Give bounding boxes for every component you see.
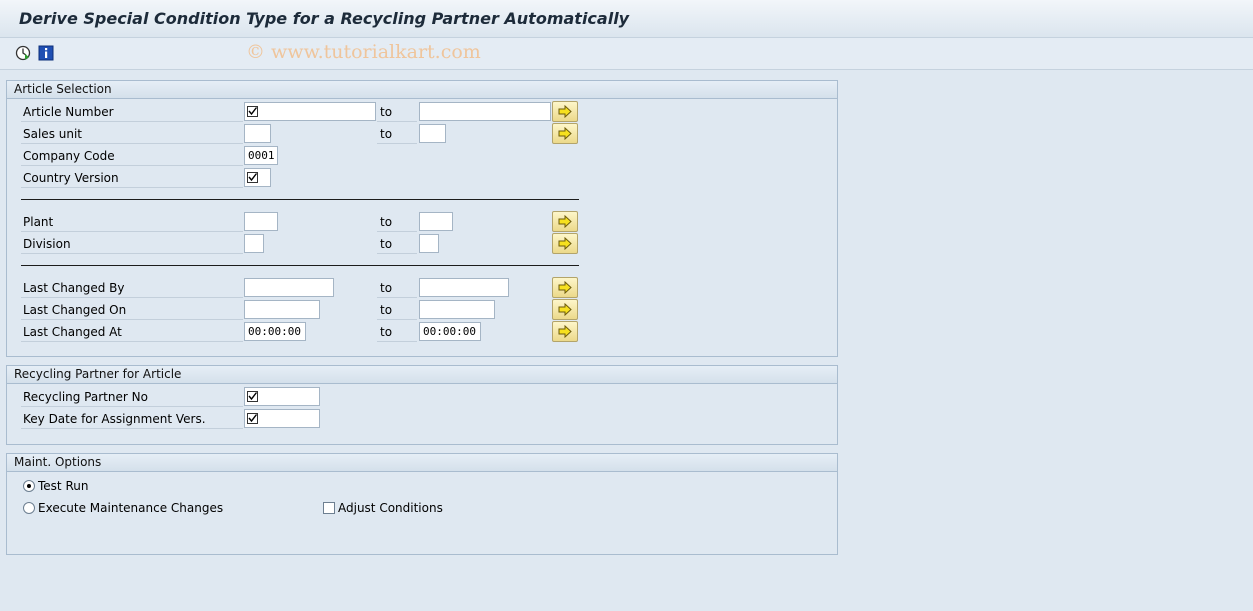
field-label: Last Changed By [21,278,243,298]
recycling-partner-no-input[interactable] [244,387,320,406]
main-area: Article Selection Article Number to Sale… [0,71,1253,611]
to-label: to [377,300,417,320]
article-number-row: Article Number to [7,101,837,122]
arrow-right-icon [558,105,572,118]
multiple-selection-button[interactable] [552,299,578,320]
arrow-right-icon [558,281,572,294]
to-label: to [377,234,417,254]
article-selection-group: Article Selection Article Number to Sale… [6,80,838,357]
group-header: Maint. Options [7,454,837,472]
company-code-row: Company Code 0001 [7,146,837,166]
article-number-from-input[interactable] [244,102,376,121]
arrow-right-icon [558,215,572,228]
division-from-input[interactable] [244,234,264,253]
field-label: Key Date for Assignment Vers. [21,409,243,429]
plant-to-input[interactable] [419,212,453,231]
test-run-radio[interactable] [23,480,35,492]
execute-changes-label: Execute Maintenance Changes [38,501,224,515]
last-changed-at-to-input[interactable]: 00:00:00 [419,322,481,341]
last-changed-by-from-input[interactable] [244,278,334,297]
to-label: to [377,322,417,342]
required-check-icon [247,106,258,117]
article-number-to-input[interactable] [419,102,551,121]
field-label: Company Code [21,146,243,166]
last-changed-on-to-input[interactable] [419,300,495,319]
separator-line [21,265,579,266]
adjust-conditions-label: Adjust Conditions [338,501,443,515]
key-date-row: Key Date for Assignment Vers. [7,409,837,429]
arrow-right-icon [558,237,572,250]
required-check-icon [247,413,258,424]
company-code-input[interactable]: 0001 [244,146,278,165]
to-label: to [377,102,417,122]
recycling-partner-group: Recycling Partner for Article Recycling … [6,365,838,445]
multiple-selection-button[interactable] [552,211,578,232]
country-version-row: Country Version [7,168,837,188]
country-version-input[interactable] [244,168,271,187]
plant-row: Plant to [7,211,837,232]
field-label: Division [21,234,243,254]
sales-unit-to-input[interactable] [419,124,446,143]
watermark-text: © www.tutorialkart.com [246,41,481,63]
group-header: Recycling Partner for Article [7,366,837,384]
execute-changes-radio[interactable] [23,502,35,514]
arrow-right-icon [558,303,572,316]
test-run-label: Test Run [38,479,89,493]
field-label: Article Number [21,102,243,122]
plant-from-input[interactable] [244,212,278,231]
multiple-selection-button[interactable] [552,321,578,342]
group-header: Article Selection [7,81,837,99]
page-title: Derive Special Condition Type for a Recy… [19,9,630,28]
multiple-selection-button[interactable] [552,233,578,254]
adjust-conditions-checkbox[interactable] [323,502,335,514]
division-row: Division to [7,233,837,254]
key-date-input[interactable] [244,409,320,428]
execute-clock-icon[interactable] [15,45,31,61]
to-label: to [377,212,417,232]
multiple-selection-button[interactable] [552,277,578,298]
maint-options-group: Maint. Options Test Run Execute Maintena… [6,453,838,555]
field-label: Sales unit [21,124,243,144]
multiple-selection-button[interactable] [552,101,578,122]
recycling-partner-no-row: Recycling Partner No [7,387,837,407]
last-changed-at-from-input[interactable]: 00:00:00 [244,322,306,341]
field-label: Last Changed On [21,300,243,320]
division-to-input[interactable] [419,234,439,253]
field-label: Country Version [21,168,243,188]
required-check-icon [247,172,258,183]
last-changed-on-row: Last Changed On to [7,299,837,320]
multiple-selection-button[interactable] [552,123,578,144]
last-changed-by-row: Last Changed By to [7,277,837,298]
required-check-icon [247,391,258,402]
application-toolbar: © www.tutorialkart.com [0,38,1253,70]
to-label: to [377,124,417,144]
to-label: to [377,278,417,298]
title-bar: Derive Special Condition Type for a Recy… [0,0,1253,38]
sales-unit-from-input[interactable] [244,124,271,143]
arrow-right-icon [558,325,572,338]
field-label: Last Changed At [21,322,243,342]
field-label: Recycling Partner No [21,387,243,407]
info-icon[interactable] [38,45,54,61]
separator-line [21,199,579,200]
last-changed-at-row: Last Changed At 00:00:00 to 00:00:00 [7,321,837,342]
last-changed-by-to-input[interactable] [419,278,509,297]
arrow-right-icon [558,127,572,140]
sales-unit-row: Sales unit to [7,123,837,144]
last-changed-on-from-input[interactable] [244,300,320,319]
field-label: Plant [21,212,243,232]
